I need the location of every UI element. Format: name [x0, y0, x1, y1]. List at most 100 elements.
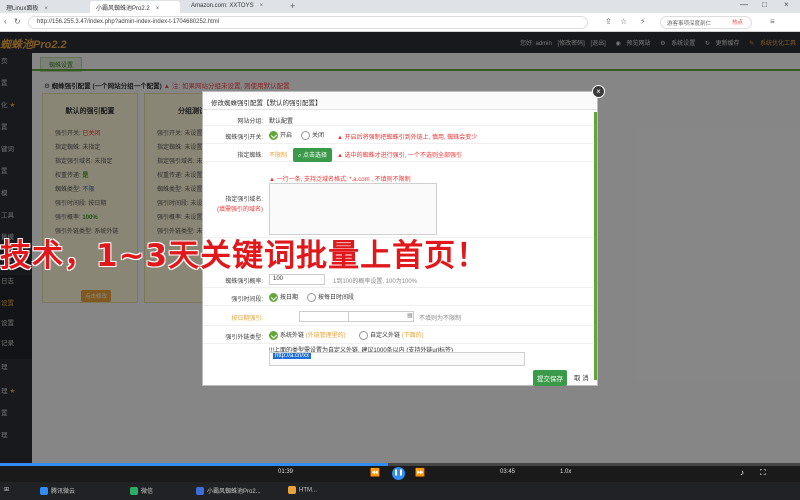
time-by-daily-option[interactable]: 按每日时间段 — [307, 292, 354, 302]
spider-warning: ▲ 选中的蜘蛛才进行强引, 一个不选则全部强引 — [337, 150, 462, 159]
taskbar-label: 微信 — [141, 489, 154, 495]
option-label: 系统外链 — [280, 333, 305, 339]
browser-tab-strip: 理Linux面板 × 小霸风蜘蛛池Pro2.2 × Amazon.com: XXTO… — [0, 0, 800, 13]
volume-icon[interactable]: ♪ — [740, 468, 744, 477]
new-tab-icon[interactable]: + — [290, 1, 295, 11]
radio-checked-icon[interactable] — [269, 130, 278, 140]
menu-icon[interactable]: ≡ — [770, 17, 775, 26]
probability-hint: 1到100的概率设置, 100为100% — [333, 279, 418, 285]
browser-tab[interactable]: 理Linux面板 × — [0, 1, 88, 13]
option-label: 按日期 — [280, 295, 299, 301]
modal-title: 修改蜘蛛强引配置【默认的强引配置】 — [203, 92, 597, 110]
progress-track[interactable] — [0, 463, 800, 466]
start-icon[interactable]: ⊞ — [4, 486, 9, 493]
close-icon[interactable]: × — [260, 3, 264, 9]
bookmark-icon[interactable]: ☆ — [620, 17, 627, 26]
radio-icon[interactable] — [359, 330, 368, 340]
close-icon[interactable]: × — [592, 85, 605, 98]
tab-label: 理Linux面板 — [6, 6, 39, 12]
taskbar-label: 小霸风蜘蛛池Pro2... — [207, 489, 261, 495]
radio-icon[interactable] — [301, 130, 310, 140]
domain-sublabel: (填需强引的域名) — [217, 207, 263, 213]
choose-spider-button[interactable]: ⌕ 点击选择 — [293, 148, 333, 162]
group-label: 网站分组: — [237, 119, 263, 125]
group-value: 默认配置 — [269, 119, 294, 125]
html-icon — [288, 486, 296, 494]
domain-hint: ▲ 一行一条, 支持泛域名格式: *.a.com , 不填则不限制 — [269, 174, 411, 183]
domain-row: ▲ 一行一条, 支持泛域名格式: *.a.com , 不填则不限制 指定强引域名… — [203, 164, 593, 238]
date-end-input[interactable] — [348, 311, 414, 322]
fullscreen-icon[interactable]: ⛶ — [760, 468, 766, 478]
spider-row: 指定蜘蛛: 不限制 ⌕ 点击选择 ▲ 选中的蜘蛛才进行强引, 一个不选则全部强引 — [203, 146, 593, 162]
option-label: 按每日时间段 — [318, 295, 355, 301]
time-label: 强引时间段: — [231, 297, 263, 303]
pause-icon: ❚❚ — [393, 470, 404, 476]
reload-icon[interactable]: ↻ — [14, 17, 21, 26]
close-window-icon[interactable]: × — [784, 0, 789, 9]
taskbar-item[interactable]: 小霸风蜘蛛池Pro2... — [196, 486, 261, 496]
total-time: 03:45 — [500, 469, 516, 475]
domain-textarea[interactable] — [269, 183, 437, 235]
wechat-icon — [130, 487, 138, 496]
date-label: 按日期强引: — [231, 316, 263, 322]
probability-input[interactable]: 100 — [269, 274, 325, 285]
current-time: 01:39 — [278, 469, 294, 475]
browser-tab[interactable]: 小霸风蜘蛛池Pro2.2 × — [90, 1, 180, 13]
switch-label: 蜘蛛强引开关: — [225, 135, 263, 141]
weiyun-icon — [40, 487, 48, 496]
option-label: 自定义外链 — [370, 333, 401, 339]
spider-label: 指定蜘蛛: — [237, 153, 263, 159]
progress-fill — [0, 463, 388, 466]
playback-speed[interactable]: 1.0x — [560, 469, 571, 475]
cancel-button[interactable]: 取 消 — [574, 372, 589, 382]
radio-icon[interactable] — [307, 292, 316, 302]
taskbar-item[interactable]: 腾讯微云 — [40, 486, 75, 496]
date-row: 按日期强引: ▦ 至 ▦ 不填则为不限制 — [203, 308, 593, 326]
spider-value: 不限制 — [269, 153, 288, 159]
scrollbar[interactable] — [594, 112, 597, 380]
browser-tab[interactable]: Amazon.com: XXTOYS × — [185, 1, 285, 13]
switch-on-option[interactable]: 开启 — [269, 130, 292, 140]
taskbar-label: HTM... — [299, 487, 317, 494]
taskbar-item[interactable]: 微信 — [130, 486, 154, 496]
close-icon[interactable]: × — [156, 6, 160, 12]
submit-button[interactable]: 提交保存 — [533, 370, 567, 386]
warning-text: 选中的蜘蛛才进行强引, 一个不选则全部强引 — [344, 153, 462, 159]
share-icon[interactable]: ⇪ — [605, 17, 612, 26]
search-icon: ⌕ — [298, 153, 302, 159]
link-type-row: 强引外链类型: 系统外链 (外链管理里的) 自定义外链 (下面的) — [203, 328, 593, 344]
close-icon[interactable]: × — [44, 6, 48, 12]
warning-icon: ▲ — [337, 153, 343, 159]
option-label: 关闭 — [312, 133, 325, 139]
back-icon[interactable]: ‹ — [4, 17, 7, 26]
taskbar: ⊞ 腾讯微云 微信 小霸风蜘蛛池Pro2... HTM... — [0, 482, 800, 500]
tab-label: Amazon.com: XXTOYS — [191, 3, 254, 9]
rewind-icon[interactable]: ⏪ — [370, 468, 380, 477]
system-link-option[interactable]: 系统外链 (外链管理里的) — [269, 330, 346, 340]
minimize-icon[interactable]: — — [740, 0, 748, 9]
extension-icon[interactable]: ⚡ — [640, 17, 646, 26]
url-input[interactable]: http://156.255.3.47/index.php?admin-inde… — [28, 16, 588, 29]
maximize-icon[interactable]: □ — [762, 0, 767, 9]
forward-icon[interactable]: ⏩ — [415, 468, 425, 477]
option-label: 开启 — [280, 133, 293, 139]
video-player-bar: 01:39 ⏪ ❚❚ ⏩ 03:45 1.0x ♪ ⛶ — [0, 463, 800, 482]
custom-link-option[interactable]: 自定义外链 (下面的) — [359, 330, 424, 340]
pause-button[interactable]: ❚❚ — [392, 467, 405, 480]
time-by-date-option[interactable]: 按日期 — [269, 292, 298, 302]
address-bar: ‹ ↻ http://156.255.3.47/index.php?admin-… — [0, 13, 800, 32]
button-label: 点击选择 — [303, 153, 328, 159]
probability-label: 蜘蛛强引概率: — [225, 279, 263, 285]
switch-off-option[interactable]: 关闭 — [301, 130, 324, 140]
radio-checked-icon[interactable] — [269, 292, 278, 302]
hot-badge[interactable]: 热点 — [732, 18, 743, 26]
promo-caption: 技术，1~3天关键词批量上首页！ — [0, 238, 489, 274]
custom-link-value: http://a.cn/xx — [273, 353, 312, 359]
option-note: (下面的) — [401, 333, 424, 339]
group-row: 网站分组: 默认配置 — [203, 112, 593, 126]
radio-checked-icon[interactable] — [269, 330, 278, 340]
calendar-icon[interactable]: ▦ — [407, 312, 413, 319]
link-type-label: 强引外链类型: — [225, 335, 263, 341]
taskbar-item[interactable]: HTM... — [288, 486, 317, 494]
warning-text: 开启后将强制把蜘蛛引到外链上, 慎用, 蜘蛛会变少 — [344, 135, 478, 141]
